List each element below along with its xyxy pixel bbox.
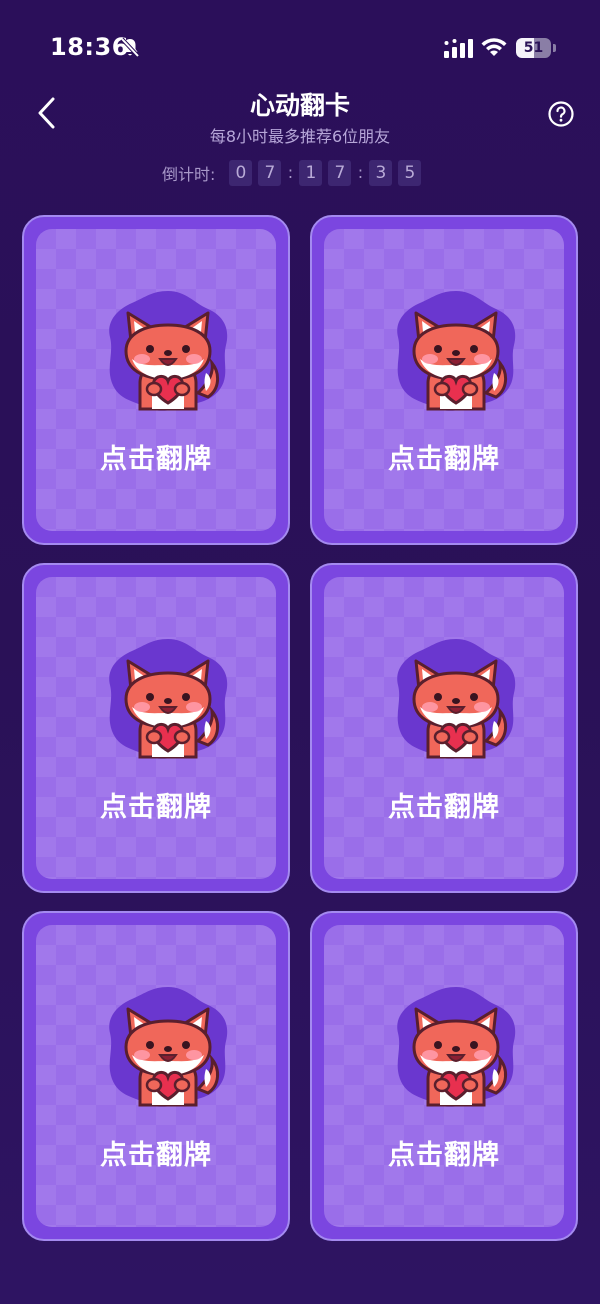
countdown-separator: : [357, 163, 364, 182]
countdown: 倒计时: 0 7 : 1 7 : 3 5 [162, 160, 422, 186]
flip-card[interactable]: 点击翻牌 [310, 563, 578, 893]
battery-nub [553, 44, 556, 52]
countdown-digit: 3 [369, 160, 393, 186]
flip-card-label: 点击翻牌 [388, 792, 500, 823]
countdown-digit: 7 [328, 160, 352, 186]
fox-mascot-icon [107, 637, 229, 761]
countdown-label: 倒计时: [162, 165, 216, 184]
status-bar: 18:36 51 [0, 0, 600, 80]
countdown-digit: 0 [229, 160, 253, 186]
flip-card[interactable]: 点击翻牌 [22, 563, 290, 893]
bell-slash-icon [120, 37, 140, 58]
fox-mascot-icon [107, 985, 229, 1109]
flip-card-label: 点击翻牌 [388, 444, 500, 475]
card-face: 点击翻牌 [324, 925, 564, 1227]
page-title: 心动翻卡 [249, 91, 350, 120]
page-subtitle: 每8小时最多推荐6位朋友 [209, 127, 391, 146]
fox-mascot-icon [107, 289, 229, 413]
screen: 18:36 51 心动翻卡 每8小时最多推荐6位朋友 倒计时: 0 7: 1 … [0, 0, 600, 1304]
flip-card[interactable]: 点击翻牌 [310, 911, 578, 1241]
fox-mascot-icon [395, 637, 517, 761]
fox-mascot-icon [395, 289, 517, 413]
battery-icon: 51 [516, 38, 556, 58]
countdown-separator: : [287, 163, 294, 182]
card-face: 点击翻牌 [36, 925, 276, 1227]
cellular-signal-icon [444, 39, 473, 58]
wifi-icon [481, 38, 507, 56]
card-face: 点击翻牌 [324, 229, 564, 531]
card-face: 点击翻牌 [324, 577, 564, 879]
question-circle-icon[interactable] [548, 101, 574, 127]
flip-card[interactable]: 点击翻牌 [22, 911, 290, 1241]
card-face: 点击翻牌 [36, 577, 276, 879]
flip-card[interactable]: 点击翻牌 [310, 215, 578, 545]
countdown-digit: 5 [398, 160, 422, 186]
flip-card-label: 点击翻牌 [100, 1140, 212, 1171]
flip-card-label: 点击翻牌 [100, 444, 212, 475]
status-time: 18:36 [50, 33, 129, 61]
countdown-digit: 1 [299, 160, 323, 186]
card-face: 点击翻牌 [36, 229, 276, 531]
fox-mascot-icon [395, 985, 517, 1109]
flip-card-label: 点击翻牌 [388, 1140, 500, 1171]
flip-card[interactable]: 点击翻牌 [22, 215, 290, 545]
battery-percent: 51 [523, 40, 544, 56]
flip-card-label: 点击翻牌 [100, 792, 212, 823]
countdown-digit: 7 [258, 160, 282, 186]
